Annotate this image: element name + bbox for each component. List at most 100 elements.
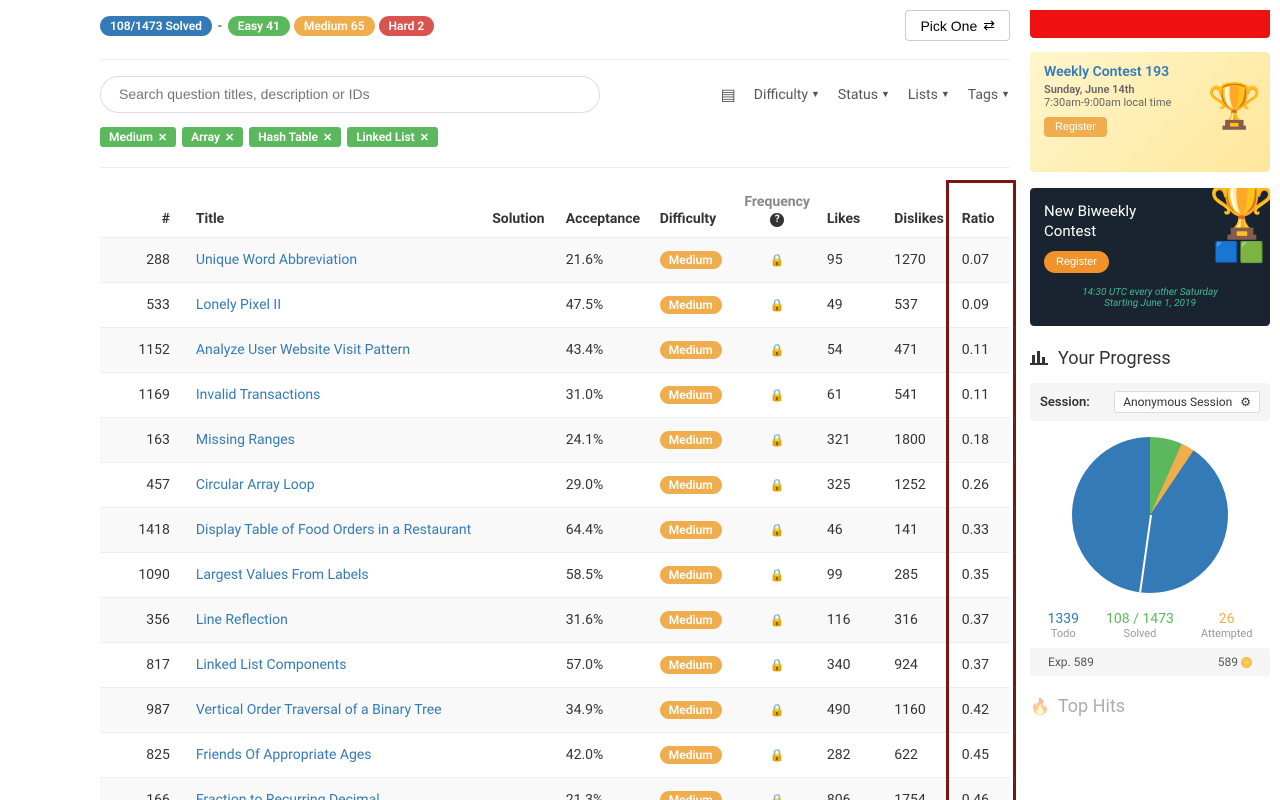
pick-one-button[interactable]: Pick One ⇄ bbox=[905, 10, 1010, 41]
biweekly-contest-card[interactable]: New BiweeklyContest Register 🏆 🟦🟩 14:30 … bbox=[1030, 188, 1270, 326]
difficulty-pill: Medium bbox=[660, 386, 722, 404]
dislikes-cell: 537 bbox=[886, 283, 953, 328]
lock-icon[interactable]: 🔒 bbox=[770, 613, 785, 627]
col-num[interactable]: # bbox=[127, 184, 188, 238]
ratio-cell: 0.09 bbox=[954, 283, 1010, 328]
problem-title-link[interactable]: Vertical Order Traversal of a Binary Tre… bbox=[196, 702, 442, 718]
lock-icon[interactable]: 🔒 bbox=[770, 523, 785, 537]
lock-icon[interactable]: 🔒 bbox=[770, 658, 785, 672]
acceptance-cell: 42.0% bbox=[558, 733, 652, 778]
problem-title-link[interactable]: Circular Array Loop bbox=[196, 477, 315, 493]
list-view-icon[interactable]: ▤ bbox=[721, 85, 736, 104]
problem-title-link[interactable]: Line Reflection bbox=[196, 612, 288, 628]
problem-title-link[interactable]: Fraction to Recurring Decimal bbox=[196, 792, 380, 800]
col-ratio[interactable]: Ratio bbox=[954, 184, 1010, 238]
close-icon[interactable]: ✕ bbox=[420, 131, 429, 144]
col-title[interactable]: Title bbox=[188, 184, 484, 238]
acceptance-cell: 21.6% bbox=[558, 238, 652, 283]
help-icon[interactable]: ? bbox=[770, 213, 784, 227]
problem-title-link[interactable]: Invalid Transactions bbox=[196, 387, 321, 403]
acceptance-cell: 58.5% bbox=[558, 553, 652, 598]
biweekly-register-button[interactable]: Register bbox=[1044, 251, 1109, 273]
acceptance-cell: 24.1% bbox=[558, 418, 652, 463]
flame-icon: 🔥 bbox=[1030, 697, 1050, 716]
gear-icon[interactable]: ⚙ bbox=[1240, 395, 1251, 409]
difficulty-pill: Medium bbox=[660, 296, 722, 314]
problem-title-link[interactable]: Linked List Components bbox=[196, 657, 347, 673]
difficulty-pill: Medium bbox=[660, 251, 722, 269]
weekly-contest-card[interactable]: Weekly Contest 193 Sunday, June 14th 7:3… bbox=[1030, 52, 1270, 172]
col-dislikes[interactable]: Dislikes bbox=[886, 184, 953, 238]
problem-number: 1090 bbox=[127, 553, 188, 598]
session-name[interactable]: Anonymous Session bbox=[1123, 395, 1232, 409]
lock-icon[interactable]: 🔒 bbox=[770, 253, 785, 267]
likes-cell: 325 bbox=[819, 463, 886, 508]
filter-tag[interactable]: Linked List ✕ bbox=[347, 127, 438, 147]
caret-icon: ▼ bbox=[1001, 89, 1010, 100]
problem-title-link[interactable]: Analyze User Website Visit Pattern bbox=[196, 342, 410, 358]
biweekly-schedule: 14:30 UTC every other SaturdayStarting J… bbox=[1044, 287, 1256, 309]
ratio-cell: 0.42 bbox=[954, 688, 1010, 733]
likes-cell: 46 bbox=[819, 508, 886, 553]
problem-title-link[interactable]: Friends Of Appropriate Ages bbox=[196, 747, 372, 763]
filter-tag[interactable]: Array ✕ bbox=[182, 127, 243, 147]
lock-icon[interactable]: 🔒 bbox=[770, 343, 785, 357]
dash: - bbox=[218, 18, 222, 34]
problem-number: 1169 bbox=[127, 373, 188, 418]
close-icon[interactable]: ✕ bbox=[225, 131, 234, 144]
coin-icon bbox=[1241, 657, 1252, 668]
stat-attempted[interactable]: 26 Attempted bbox=[1201, 611, 1253, 640]
lock-icon[interactable]: 🔒 bbox=[770, 298, 785, 312]
acceptance-cell: 64.4% bbox=[558, 508, 652, 553]
lock-icon[interactable]: 🔒 bbox=[770, 568, 785, 582]
points: 589 bbox=[1218, 655, 1252, 669]
col-likes[interactable]: Likes bbox=[819, 184, 886, 238]
dislikes-cell: 1252 bbox=[886, 463, 953, 508]
col-frequency[interactable]: Frequency ? bbox=[736, 184, 819, 238]
progress-pie-chart bbox=[1072, 437, 1228, 593]
lock-icon[interactable]: 🔒 bbox=[770, 748, 785, 762]
solution-cell bbox=[484, 373, 558, 418]
lock-icon[interactable]: 🔒 bbox=[770, 388, 785, 402]
lists-filter[interactable]: Lists ▼ bbox=[908, 87, 950, 103]
likes-cell: 340 bbox=[819, 643, 886, 688]
close-icon[interactable]: ✕ bbox=[158, 131, 167, 144]
problem-number: 817 bbox=[127, 643, 188, 688]
stat-solved[interactable]: 108 / 1473 Solved bbox=[1106, 611, 1174, 640]
lock-icon[interactable]: 🔒 bbox=[770, 478, 785, 492]
dislikes-cell: 541 bbox=[886, 373, 953, 418]
col-acceptance[interactable]: Acceptance bbox=[558, 184, 652, 238]
table-row: 825 Friends Of Appropriate Ages 42.0% Me… bbox=[100, 733, 1010, 778]
table-row: 457 Circular Array Loop 29.0% Medium 🔒 3… bbox=[100, 463, 1010, 508]
stat-todo[interactable]: 1339 Todo bbox=[1048, 611, 1079, 640]
problem-title-link[interactable]: Lonely Pixel II bbox=[196, 297, 281, 313]
problem-title-link[interactable]: Missing Ranges bbox=[196, 432, 295, 448]
table-row: 163 Missing Ranges 24.1% Medium 🔒 321 18… bbox=[100, 418, 1010, 463]
lock-icon[interactable]: 🔒 bbox=[770, 793, 785, 800]
top-red-banner bbox=[1030, 10, 1270, 38]
problem-title-link[interactable]: Unique Word Abbreviation bbox=[196, 252, 357, 268]
col-difficulty[interactable]: Difficulty bbox=[652, 184, 736, 238]
dislikes-cell: 1800 bbox=[886, 418, 953, 463]
problem-title-link[interactable]: Display Table of Food Orders in a Restau… bbox=[196, 522, 471, 538]
close-icon[interactable]: ✕ bbox=[323, 131, 332, 144]
ratio-cell: 0.37 bbox=[954, 598, 1010, 643]
likes-cell: 282 bbox=[819, 733, 886, 778]
filter-tag[interactable]: Medium ✕ bbox=[100, 127, 176, 147]
filter-tag[interactable]: Hash Table ✕ bbox=[249, 127, 341, 147]
solution-cell bbox=[484, 238, 558, 283]
lock-icon[interactable]: 🔒 bbox=[770, 433, 785, 447]
status-filter[interactable]: Status ▼ bbox=[838, 87, 890, 103]
tags-filter[interactable]: Tags ▼ bbox=[968, 87, 1010, 103]
acceptance-cell: 57.0% bbox=[558, 643, 652, 688]
search-input[interactable] bbox=[119, 86, 581, 102]
col-solution[interactable]: Solution bbox=[484, 184, 558, 238]
search-input-wrap[interactable] bbox=[100, 76, 600, 113]
weekly-register-button[interactable]: Register bbox=[1044, 117, 1107, 137]
problem-title-link[interactable]: Largest Values From Labels bbox=[196, 567, 369, 583]
difficulty-filter[interactable]: Difficulty ▼ bbox=[754, 87, 820, 103]
likes-cell: 61 bbox=[819, 373, 886, 418]
lock-icon[interactable]: 🔒 bbox=[770, 703, 785, 717]
difficulty-pill: Medium bbox=[660, 341, 722, 359]
problem-number: 533 bbox=[127, 283, 188, 328]
